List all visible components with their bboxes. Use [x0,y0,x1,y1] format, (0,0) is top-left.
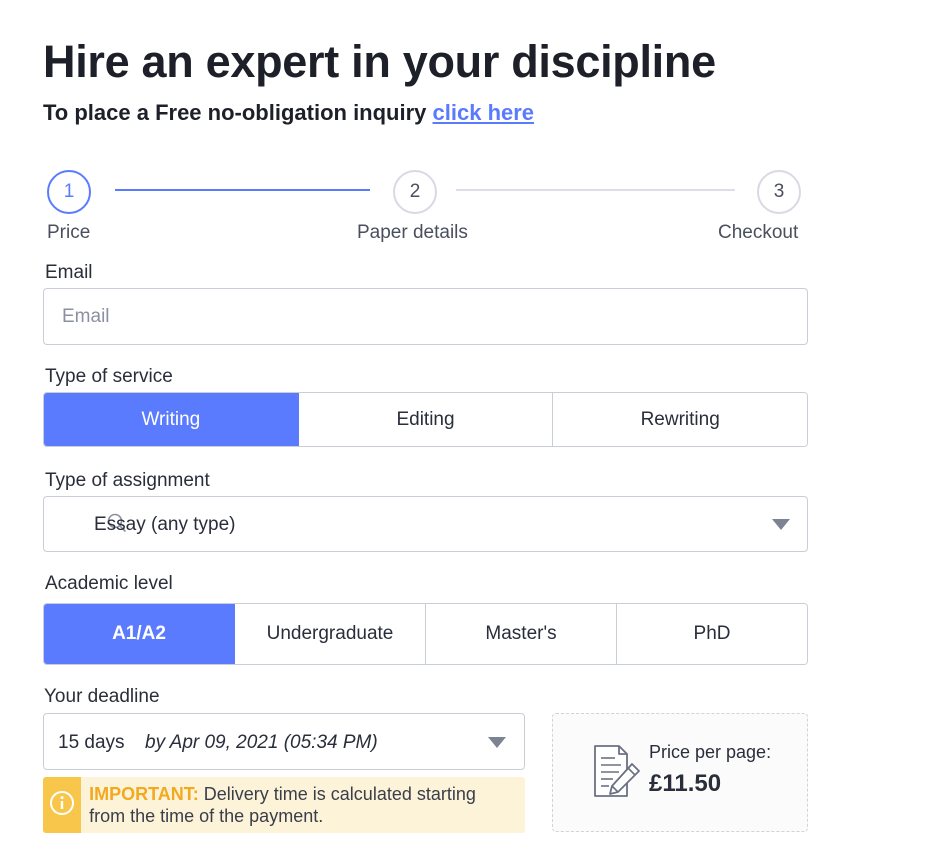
delivery-notice: IMPORTANT: Delivery time is calculated s… [43,777,525,833]
service-type-selector: Writing Editing Rewriting [43,392,808,447]
chevron-down-icon [772,519,790,530]
academic-option-a1a2[interactable]: A1/A2 [44,604,235,664]
email-field[interactable] [43,288,808,345]
chevron-down-icon [488,737,506,748]
price-per-page-value: £11.50 [649,770,722,797]
email-label: Email [45,262,93,283]
service-option-rewriting[interactable]: Rewriting [553,393,807,446]
assignment-type-value: Essay (any type) [94,514,236,535]
academic-option-phd[interactable]: PhD [617,604,807,664]
page-title: Hire an expert in your discipline [43,36,716,87]
deadline-select[interactable]: 15 days by Apr 09, 2021 (05:34 PM) [43,713,525,770]
step-2-circle[interactable]: 2 [393,170,437,214]
step-3-circle[interactable]: 3 [757,170,801,214]
notice-icon-area [43,777,82,833]
step-1-progress-line [115,189,370,191]
assignment-type-select[interactable]: Essay (any type) [43,496,808,552]
price-per-page-label: Price per page: [649,742,772,762]
subtitle-text: To place a Free no-obligation inquiry [43,100,427,125]
academic-option-masters[interactable]: Master's [426,604,617,664]
price-per-page-box: Price per page: £11.50 [552,713,808,832]
page-subtitle: To place a Free no-obligation inquiry cl… [43,100,534,126]
step-2-progress-line [456,189,735,191]
info-icon [49,790,75,821]
deadline-date: by Apr 09, 2021 (05:34 PM) [145,732,378,753]
step-1-label: Price [47,222,91,243]
service-option-editing[interactable]: Editing [298,393,554,446]
step-2-label: Paper details [357,222,468,243]
deadline-label: Your deadline [44,686,160,707]
academic-level-selector: A1/A2 Undergraduate Master's PhD [43,603,808,665]
deadline-value: 15 days [58,732,125,753]
academic-option-undergraduate[interactable]: Undergraduate [235,604,426,664]
assignment-type-label: Type of assignment [45,470,210,491]
inquiry-link[interactable]: click here [433,100,535,125]
service-option-writing[interactable]: Writing [44,393,299,446]
step-3-label: Checkout [718,222,799,243]
notice-text: IMPORTANT: Delivery time is calculated s… [81,777,525,833]
step-1-circle[interactable]: 1 [47,170,91,214]
document-pencil-icon [585,742,645,802]
notice-important-label: IMPORTANT: [89,784,199,804]
academic-level-label: Academic level [45,573,173,594]
service-type-label: Type of service [45,366,173,387]
